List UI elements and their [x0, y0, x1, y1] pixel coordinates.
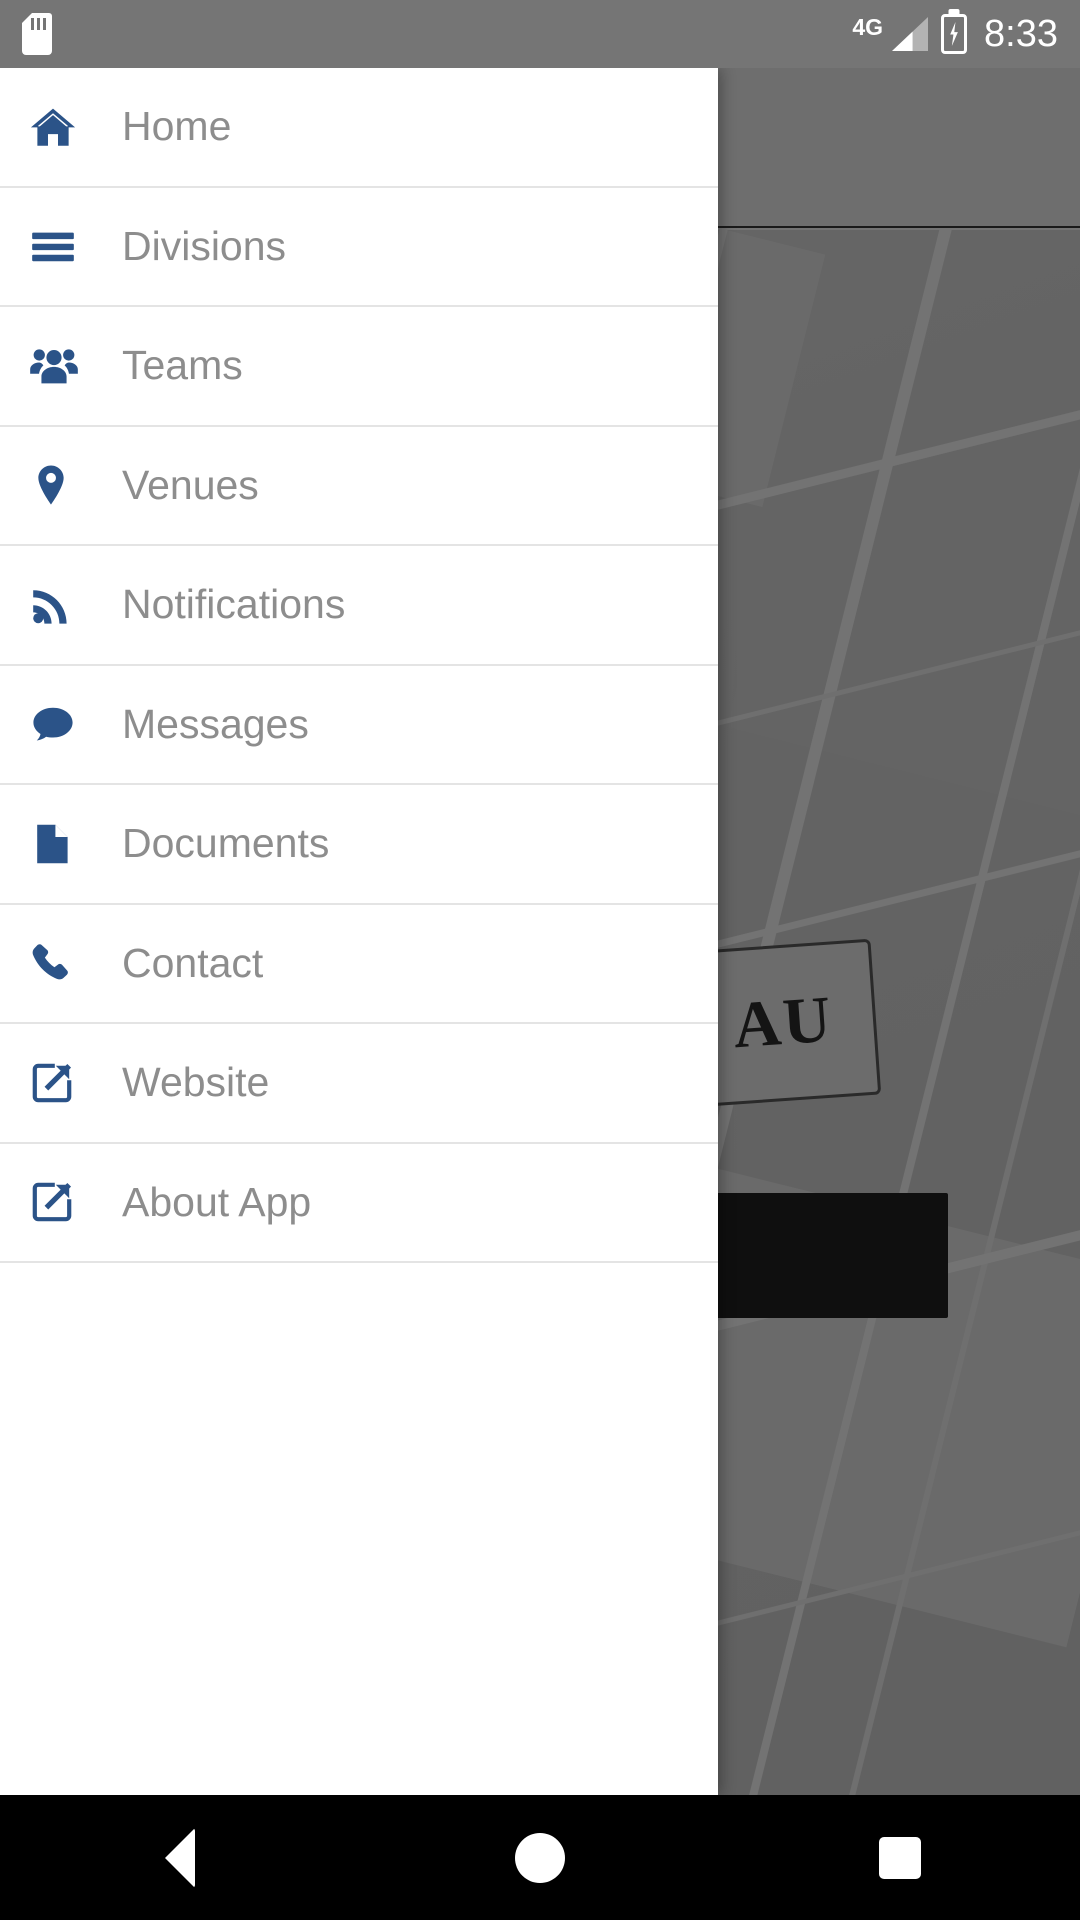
list-lines-icon [28, 221, 92, 271]
drawer-item-label: Home [122, 103, 232, 150]
drawer-item-notifications[interactable]: Notifications [0, 546, 718, 666]
external-link-icon [28, 1178, 92, 1226]
external-link-icon [28, 1059, 92, 1107]
speech-bubble-icon [28, 699, 92, 749]
drawer-item-about-app[interactable]: About App [0, 1143, 718, 1263]
recents-square-icon [879, 1836, 921, 1879]
status-bar-right: 4G 8:33 [852, 14, 1058, 54]
phone-icon [28, 940, 92, 986]
drawer-item-label: Venues [122, 461, 259, 508]
nav-back-button[interactable] [0, 1795, 360, 1920]
drawer-item-messages[interactable]: Messages [0, 665, 718, 785]
map-pin-icon [28, 462, 92, 508]
sd-card-icon [22, 13, 52, 55]
status-bar: 4G 8:33 [0, 0, 1080, 68]
drawer-item-label: Divisions [122, 222, 287, 269]
drawer-item-teams[interactable]: Teams [0, 307, 718, 427]
drawer-item-website[interactable]: Website [0, 1024, 718, 1144]
drawer-item-label: Website [122, 1059, 270, 1106]
drawer-item-documents[interactable]: Documents [0, 785, 718, 905]
network-type-label: 4G [852, 14, 884, 40]
drawer-item-label: Notifications [122, 581, 346, 628]
android-navigation-bar [0, 1795, 1080, 1920]
document-file-icon [28, 820, 92, 868]
users-group-icon [28, 340, 92, 392]
nav-recents-button[interactable] [720, 1795, 1080, 1920]
back-triangle-icon [165, 1827, 195, 1888]
drawer-item-label: About App [122, 1178, 312, 1225]
phone-screen: sville) AU [0, 0, 1080, 1920]
battery-charging-icon [941, 14, 968, 54]
rss-feed-icon [28, 581, 92, 629]
navigation-drawer[interactable]: Home Divisions Teams Venues Notification… [0, 68, 718, 1795]
signal-bars-icon [892, 17, 929, 51]
home-circle-icon [515, 1832, 565, 1883]
nav-home-button[interactable] [360, 1795, 720, 1920]
drawer-item-home[interactable]: Home [0, 68, 718, 188]
drawer-item-label: Contact [122, 939, 264, 986]
status-bar-clock: 8:33 [984, 13, 1058, 55]
drawer-item-label: Teams [122, 342, 243, 389]
status-bar-left [22, 13, 52, 55]
drawer-item-label: Messages [122, 700, 309, 747]
drawer-item-label: Documents [122, 820, 330, 867]
drawer-item-contact[interactable]: Contact [0, 904, 718, 1024]
drawer-item-venues[interactable]: Venues [0, 426, 718, 546]
home-icon [28, 102, 92, 152]
drawer-item-divisions[interactable]: Divisions [0, 187, 718, 307]
